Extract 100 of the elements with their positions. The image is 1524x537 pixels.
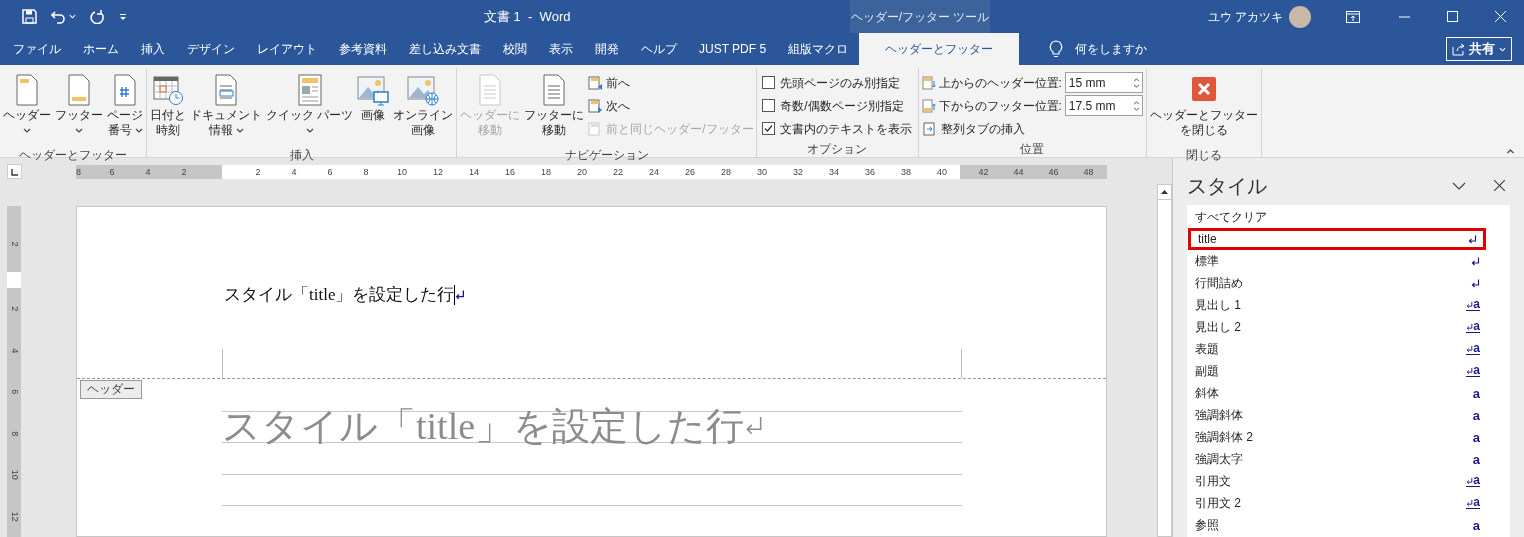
- ribbon-tab[interactable]: ファイル: [2, 33, 72, 65]
- minimize-icon[interactable]: [1399, 15, 1410, 18]
- ribbon-button[interactable]: ドキュメント 情報: [189, 68, 263, 146]
- tab-stop-selector[interactable]: [7, 164, 22, 179]
- ruler-number: 4: [8, 346, 21, 355]
- character-style-symbol: a: [1472, 430, 1480, 444]
- spin-field[interactable]: 17.5 mm: [1064, 95, 1143, 116]
- ribbon-button[interactable]: 日付と 時刻: [149, 68, 187, 146]
- ruler-number: 40: [936, 165, 948, 179]
- share-button[interactable]: 共有: [1446, 37, 1512, 61]
- checkbox[interactable]: [762, 99, 776, 112]
- body-text: スタイル「title」を設定した行: [222, 404, 745, 449]
- ribbon-tab[interactable]: 校閲: [492, 33, 538, 65]
- ribbon-button[interactable]: フッター: [54, 68, 104, 146]
- ruler-number: 48: [1082, 165, 1095, 179]
- header-text: スタイル「title」を設定した行: [224, 284, 455, 307]
- save-icon[interactable]: [22, 9, 37, 24]
- ruler-number: 44: [1012, 165, 1025, 179]
- maximize-icon[interactable]: [1447, 11, 1458, 22]
- tell-me-search[interactable]: 何をしますか: [1075, 40, 1148, 58]
- style-item[interactable]: 強調斜体 2 a: [1188, 426, 1486, 448]
- ribbon-display-icon[interactable]: [1346, 10, 1360, 23]
- ribbon-small-button[interactable]: 前へ: [587, 71, 754, 94]
- style-item[interactable]: 副題 a: [1188, 360, 1486, 382]
- ribbon-button[interactable]: 画像: [356, 68, 391, 146]
- spin-down-icon: [1132, 83, 1140, 88]
- window-title: 文書 1 - Word: [484, 7, 571, 26]
- ruler-number: 2: [8, 305, 21, 314]
- ruler-number: 24: [648, 165, 660, 179]
- ribbon-tab[interactable]: 挿入: [130, 33, 176, 65]
- vertical-scrollbar[interactable]: [1157, 184, 1172, 537]
- checkbox[interactable]: [762, 76, 776, 89]
- style-item[interactable]: 強調太字 a: [1188, 448, 1486, 470]
- group-label: 挿入: [288, 147, 315, 164]
- style-item[interactable]: 標準: [1188, 250, 1486, 272]
- ruler-number: 12: [432, 165, 444, 179]
- ruler-number: 26: [684, 165, 696, 179]
- return-arrow-icon: [1471, 256, 1480, 266]
- ruler-number: 2: [254, 165, 262, 179]
- character-style-symbol: a: [1473, 299, 1480, 310]
- ribbon-small-button[interactable]: 次へ: [587, 94, 754, 117]
- style-item[interactable]: 表題 a: [1188, 338, 1486, 360]
- close-icon[interactable]: [1494, 180, 1505, 191]
- ruler-number: 4: [290, 165, 298, 179]
- group-label: ヘッダーとフッター: [18, 147, 128, 164]
- ribbon-tab[interactable]: ヘッダーとフッター: [859, 33, 1020, 65]
- style-item[interactable]: すべてクリア: [1188, 206, 1486, 228]
- ribbon-tab[interactable]: 開発: [584, 33, 630, 65]
- ribbon-button[interactable]: フッターに 移動: [523, 68, 586, 146]
- ruler-number: 2: [8, 240, 21, 249]
- style-item[interactable]: 引用文 a: [1188, 470, 1486, 492]
- spin-down-icon: [1132, 106, 1140, 111]
- online-picture-icon: [407, 74, 440, 106]
- close-icon: [1191, 77, 1216, 101]
- checkbox[interactable]: [762, 122, 776, 135]
- ruler-number: 34: [828, 165, 840, 179]
- ribbon-tab[interactable]: ホーム: [72, 33, 130, 65]
- character-style-symbol: a: [1473, 321, 1480, 332]
- ribbon-small-button[interactable]: 整列タブの挿入: [921, 117, 1143, 140]
- ruler-number: 38: [900, 165, 912, 179]
- picture-icon: [357, 74, 390, 106]
- checkbox-label: 先頭ページのみ別指定: [780, 74, 901, 92]
- ruler-number: 6: [8, 388, 21, 397]
- style-item[interactable]: 引用文 2 a: [1188, 492, 1486, 514]
- style-item[interactable]: 行間詰め: [1188, 272, 1486, 294]
- ribbon-tab[interactable]: ヘルプ: [630, 33, 688, 65]
- ribbon-button[interactable]: ヘッダーとフッター を閉じる: [1148, 68, 1259, 146]
- undo-dropdown-icon: [69, 14, 76, 19]
- ribbon-tab[interactable]: レイアウト: [246, 33, 328, 65]
- ribbon-tab[interactable]: 差し込み文書: [398, 33, 492, 65]
- ribbon-button[interactable]: ヘッダー: [2, 68, 52, 146]
- style-item[interactable]: 参照 a: [1188, 514, 1486, 536]
- undo-icon[interactable]: [51, 9, 66, 24]
- style-item[interactable]: 強調斜体 a: [1188, 404, 1486, 426]
- character-style-symbol: a: [1473, 343, 1480, 354]
- ribbon-tab[interactable]: デザイン: [176, 33, 246, 65]
- pane-title: スタイル: [1187, 173, 1267, 199]
- ribbon-tab[interactable]: JUST PDF 5: [688, 33, 778, 65]
- style-item[interactable]: 見出し 2 a: [1188, 316, 1486, 338]
- return-arrow-icon: [1466, 498, 1474, 507]
- style-item[interactable]: 斜体 a: [1188, 382, 1486, 404]
- header-tag: ヘッダー: [80, 380, 142, 399]
- ribbon-tab[interactable]: 参考資料: [328, 33, 398, 65]
- ruler-number: 6: [108, 165, 116, 179]
- return-arrow-icon: [1466, 476, 1474, 485]
- ribbon-button[interactable]: ページ 番号: [106, 68, 144, 146]
- ribbon-tab[interactable]: 組版マクロ: [777, 33, 860, 65]
- ribbon-button[interactable]: クイック パーツ: [265, 68, 355, 146]
- ribbon-tab[interactable]: 表示: [538, 33, 584, 65]
- text-cursor: [454, 285, 456, 305]
- redo-icon[interactable]: [90, 9, 105, 24]
- ribbon-button[interactable]: オンライン 画像: [392, 68, 455, 146]
- style-item[interactable]: 見出し 1 a: [1188, 294, 1486, 316]
- chevron-down-icon[interactable]: [1452, 181, 1466, 190]
- user-name: ユウ アカツキ: [1207, 8, 1283, 26]
- customize-toolbar-icon[interactable]: [119, 12, 127, 21]
- spin-field[interactable]: 15 mm: [1064, 72, 1143, 93]
- return-arrow-icon: [1466, 366, 1474, 375]
- scroll-up-icon[interactable]: [1161, 190, 1168, 194]
- style-item[interactable]: title: [1188, 228, 1486, 250]
